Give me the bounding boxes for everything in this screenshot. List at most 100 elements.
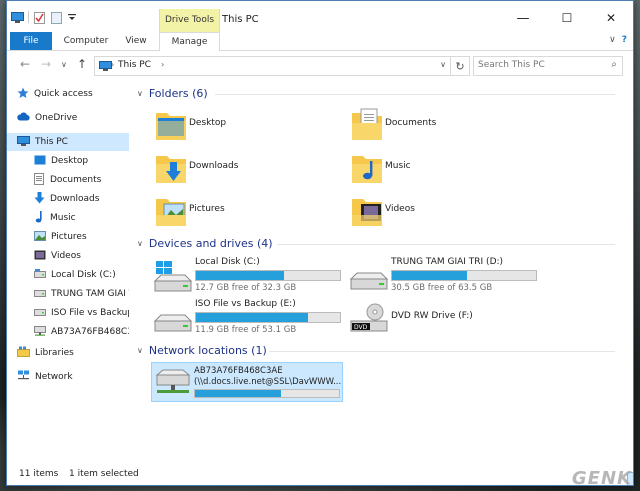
computer-icon (17, 135, 30, 149)
folder-label: Videos (385, 204, 415, 214)
item-count: 11 items (19, 469, 59, 479)
drive-e[interactable]: ISO File vs Backup (E:) 11.9 GB free of … (151, 299, 341, 341)
properties-icon[interactable] (34, 11, 46, 24)
tab-file[interactable]: File (10, 32, 52, 50)
breadcrumb-separator-icon[interactable]: › (111, 60, 114, 69)
cloud-icon (17, 112, 30, 124)
drive-usage-bar (195, 312, 341, 323)
tab-view[interactable]: View (118, 32, 154, 50)
drive-usage-bar (195, 270, 341, 281)
drive-icon (34, 288, 46, 300)
music-icon (34, 210, 45, 226)
customize-toolbar-icon[interactable] (68, 12, 76, 23)
refresh-icon: ↻ (455, 59, 465, 73)
network-usage-bar (194, 389, 340, 398)
nav-item-pictures[interactable]: Pictures (7, 228, 129, 246)
search-box[interactable]: Search This PC ⌕ (473, 56, 623, 76)
collapse-chevron-icon[interactable]: ∨ (137, 89, 143, 98)
collapse-chevron-icon[interactable]: ∨ (137, 346, 143, 355)
refresh-button[interactable]: ↻ (450, 56, 470, 76)
ribbon-tabs: File Computer View Manage ∨ ? (7, 32, 633, 51)
nav-item-videos[interactable]: Videos (7, 247, 129, 265)
tab-manage[interactable]: Manage (159, 32, 220, 51)
network-location-item[interactable]: AB73A76FB468C3AE (\\d.docs.live.net@SSL\… (151, 362, 343, 402)
forward-arrow-icon[interactable]: → (41, 57, 51, 71)
desktop-folder-icon (155, 107, 187, 141)
pictures-icon (34, 230, 46, 244)
address-dropdown-icon[interactable]: ∨ (440, 60, 446, 69)
recent-locations-chevron-icon[interactable]: ∨ (61, 60, 67, 69)
nav-item-onedrive[interactable]: OneDrive (7, 109, 129, 127)
drive-d[interactable]: TRUNG TAM GIAI TRI (D:) 30.5 GB free of … (347, 257, 537, 299)
nav-item-desktop[interactable]: Desktop (7, 152, 129, 170)
maximize-button[interactable]: ☐ (545, 7, 589, 29)
documents-icon (34, 172, 45, 188)
network-usage-fill (195, 390, 282, 397)
collapse-ribbon-icon[interactable]: ∨ (609, 35, 616, 45)
group-header-folders[interactable]: ∨ Folders (6) (137, 87, 615, 100)
folder-documents[interactable]: Documents (347, 105, 527, 145)
nav-item-documents[interactable]: Documents (7, 171, 129, 189)
folder-desktop[interactable]: Desktop (151, 105, 331, 145)
star-icon (17, 87, 29, 102)
up-arrow-icon[interactable]: ↑ (77, 57, 87, 71)
drive-usage-bar (391, 270, 537, 281)
nav-item-this-pc[interactable]: This PC (7, 133, 129, 151)
folder-videos[interactable]: Videos (347, 191, 527, 231)
network-location-path: (\\d.docs.live.net@SSL\DavWWW... (194, 377, 342, 387)
libraries-icon (17, 346, 30, 360)
new-folder-icon[interactable] (51, 11, 63, 24)
drive-free-space: 11.9 GB free of 53.1 GB (195, 325, 297, 335)
window-title: This PC (222, 14, 259, 25)
tab-computer[interactable]: Computer (57, 32, 115, 50)
folder-music[interactable]: Music (347, 148, 527, 188)
collapse-chevron-icon[interactable]: ∨ (137, 239, 143, 248)
back-arrow-icon[interactable]: ← (20, 57, 30, 71)
folder-label: Music (385, 161, 411, 171)
drive-free-space: 12.7 GB free of 32.3 GB (195, 283, 297, 293)
nav-item-drive-e[interactable]: ISO File vs Backup ( (7, 304, 129, 322)
breadcrumb-this-pc[interactable]: This PC (118, 60, 151, 70)
videos-folder-icon (351, 193, 383, 227)
folder-downloads[interactable]: Downloads (151, 148, 331, 188)
nav-item-label: Downloads (50, 194, 100, 204)
breadcrumb-separator-icon[interactable]: › (161, 60, 164, 69)
address-bar[interactable]: › This PC › ∨ (94, 56, 451, 76)
download-icon (34, 191, 45, 207)
minimize-button[interactable]: — (501, 7, 545, 29)
group-divider (215, 94, 615, 95)
pane-splitter[interactable] (129, 79, 134, 459)
network-icon (17, 370, 30, 384)
hard-drive-icon (153, 303, 193, 338)
nav-item-local-disk-c[interactable]: Local Disk (C:) (7, 266, 129, 284)
help-icon[interactable]: ? (622, 35, 627, 45)
nav-item-quick-access[interactable]: Quick access (7, 85, 129, 103)
drive-local-disk-c[interactable]: Local Disk (C:) 12.7 GB free of 32.3 GB (151, 257, 341, 299)
group-label: Devices and drives (4) (148, 237, 273, 250)
nav-item-label: Local Disk (C:) (51, 270, 116, 280)
nav-item-label: Network (35, 372, 73, 382)
folder-label: Desktop (189, 118, 227, 128)
group-header-devices[interactable]: ∨ Devices and drives (4) (137, 237, 615, 250)
group-label: Folders (6) (148, 87, 208, 100)
nav-item-music[interactable]: Music (7, 209, 129, 227)
folder-pictures[interactable]: Pictures (151, 191, 331, 231)
status-bar: 11 items 1 item selected (7, 465, 633, 485)
nav-item-libraries[interactable]: Libraries (7, 344, 129, 362)
svg-text:DVD: DVD (354, 324, 368, 331)
nav-item-label: This PC (35, 137, 68, 147)
nav-item-network[interactable]: Network (7, 368, 129, 386)
search-input[interactable]: Search This PC (478, 60, 545, 70)
desktop-icon (34, 155, 46, 168)
group-header-network[interactable]: ∨ Network locations (1) (137, 344, 615, 357)
windows-drive-icon (153, 261, 193, 296)
nav-item-drive-d[interactable]: TRUNG TAM GIAI TR (7, 285, 129, 303)
drive-dvd-f[interactable]: DVD DVD RW Drive (F:) (347, 299, 537, 341)
downloads-folder-icon (155, 150, 187, 184)
nav-item-downloads[interactable]: Downloads (7, 190, 129, 208)
folder-label: Documents (385, 118, 437, 128)
nav-item-label: Videos (51, 251, 81, 261)
drive-tools-label: Drive Tools (164, 15, 215, 25)
nav-item-network-drive[interactable]: AB73A76FB468C3AE (7, 323, 129, 341)
close-button[interactable]: ✕ (589, 7, 633, 29)
